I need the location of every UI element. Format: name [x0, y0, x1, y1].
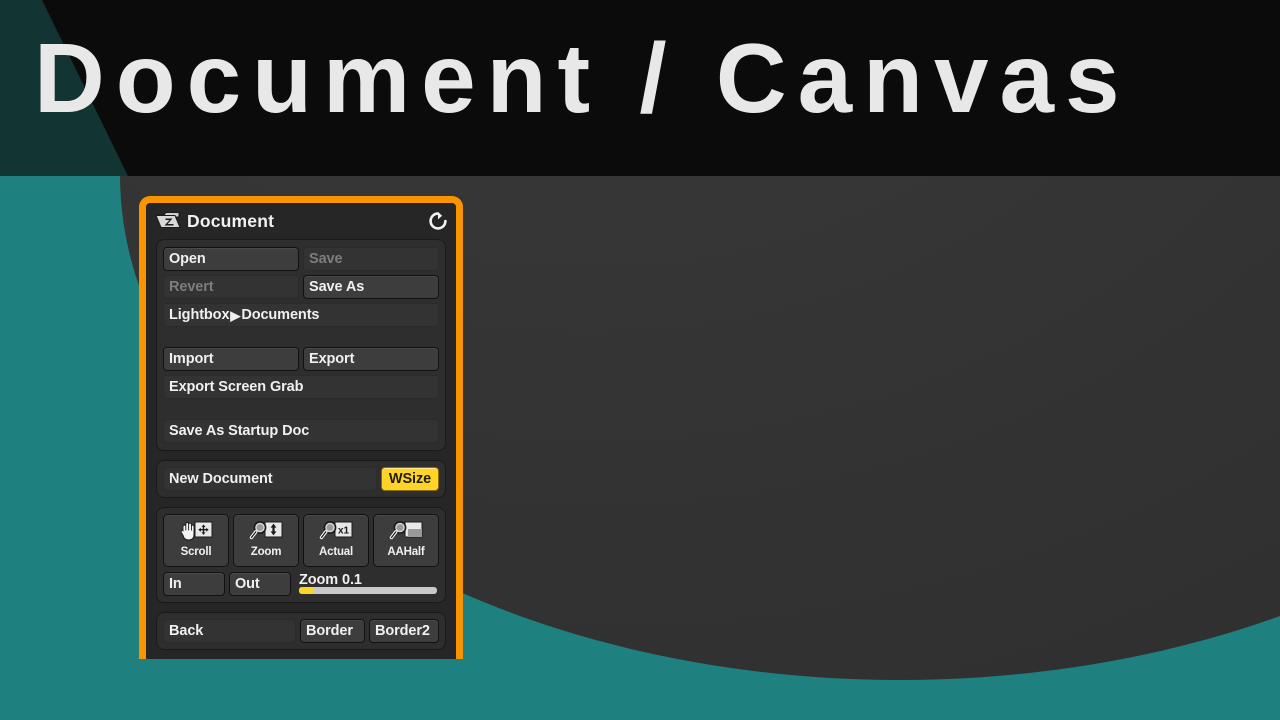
zbrush-folder-icon	[155, 212, 181, 228]
scroll-button[interactable]: Scroll	[163, 514, 229, 567]
zoom-button-label: Zoom	[250, 546, 282, 558]
save-as-startup-row: Save As Startup Doc	[163, 419, 439, 443]
back-button[interactable]: Back	[163, 619, 296, 643]
svg-text:x1: x1	[338, 526, 350, 537]
zoom-slider-handle[interactable]	[299, 587, 315, 594]
zoom-in-button[interactable]: In	[163, 572, 225, 596]
save-as-startup-doc-button[interactable]: Save As Startup Doc	[163, 419, 439, 443]
magnifier-halfbox-icon	[389, 521, 423, 540]
zoom-out-button[interactable]: Out	[229, 572, 291, 596]
navigation-icon-row: Scroll Zoom x1 Actual AAHalf	[163, 514, 439, 567]
zoom-slider-label: Zoom 0.1	[299, 572, 362, 588]
lightbox-label: Lightbox	[169, 307, 230, 323]
document-palette: Document Open Save Revert Save As Lightb…	[139, 196, 463, 659]
scroll-button-label: Scroll	[180, 546, 212, 558]
magnifier-updown-icon	[249, 521, 283, 540]
revert-saveas-row: Revert Save As	[163, 275, 439, 299]
save-as-button[interactable]: Save As	[303, 275, 439, 299]
navigation-group: Scroll Zoom x1 Actual AAHalf In Out Zoom…	[156, 507, 446, 603]
chevron-right-icon: ▶	[230, 307, 241, 323]
reset-circular-arrow-icon[interactable]	[429, 212, 447, 230]
title-banner: Document / Canvas	[0, 0, 1280, 176]
screen-root: Document / Canvas Document Open Save Rev…	[0, 0, 1280, 720]
new-document-row: New Document WSize	[163, 467, 439, 491]
zoom-slider[interactable]: Zoom 0.1	[295, 572, 439, 596]
zoom-button[interactable]: Zoom	[233, 514, 299, 567]
export-screen-grab-row: Export Screen Grab	[163, 375, 439, 399]
revert-button: Revert	[163, 275, 299, 299]
border-group: Back Border Border2	[156, 612, 446, 650]
aahalf-button[interactable]: AAHalf	[373, 514, 439, 567]
open-button[interactable]: Open	[163, 247, 299, 271]
import-export-row: Import Export	[163, 347, 439, 371]
file-operations-group: Open Save Revert Save As Lightbox ▶ Docu…	[156, 239, 446, 451]
new-document-group: New Document WSize	[156, 460, 446, 498]
palette-title: Document	[187, 210, 275, 231]
open-save-row: Open Save	[163, 247, 439, 271]
lightbox-documents-button[interactable]: Lightbox ▶ Documents	[163, 303, 439, 327]
palette-header: Document	[146, 203, 456, 239]
hand-move-icon	[180, 521, 213, 541]
export-button[interactable]: Export	[303, 347, 439, 371]
zoom-slider-track[interactable]	[299, 587, 437, 594]
actual-button-label: Actual	[319, 546, 353, 558]
aahalf-button-label: AAHalf	[387, 546, 425, 558]
export-screen-grab-button[interactable]: Export Screen Grab	[163, 375, 439, 399]
lightbox-target-label: Documents	[241, 307, 320, 323]
zoom-controls-row: In Out Zoom 0.1	[163, 572, 439, 596]
border-button[interactable]: Border	[300, 619, 365, 643]
border-row: Back Border Border2	[163, 619, 439, 643]
save-button: Save	[303, 247, 439, 271]
import-button[interactable]: Import	[163, 347, 299, 371]
border2-button[interactable]: Border2	[369, 619, 439, 643]
lightbox-row: Lightbox ▶ Documents	[163, 303, 439, 327]
magnifier-x1-icon: x1	[319, 521, 353, 540]
banner-title: Document / Canvas	[34, 23, 1131, 133]
new-document-button[interactable]: New Document	[163, 467, 377, 491]
actual-button[interactable]: x1 Actual	[303, 514, 369, 567]
wsize-button[interactable]: WSize	[381, 467, 439, 491]
